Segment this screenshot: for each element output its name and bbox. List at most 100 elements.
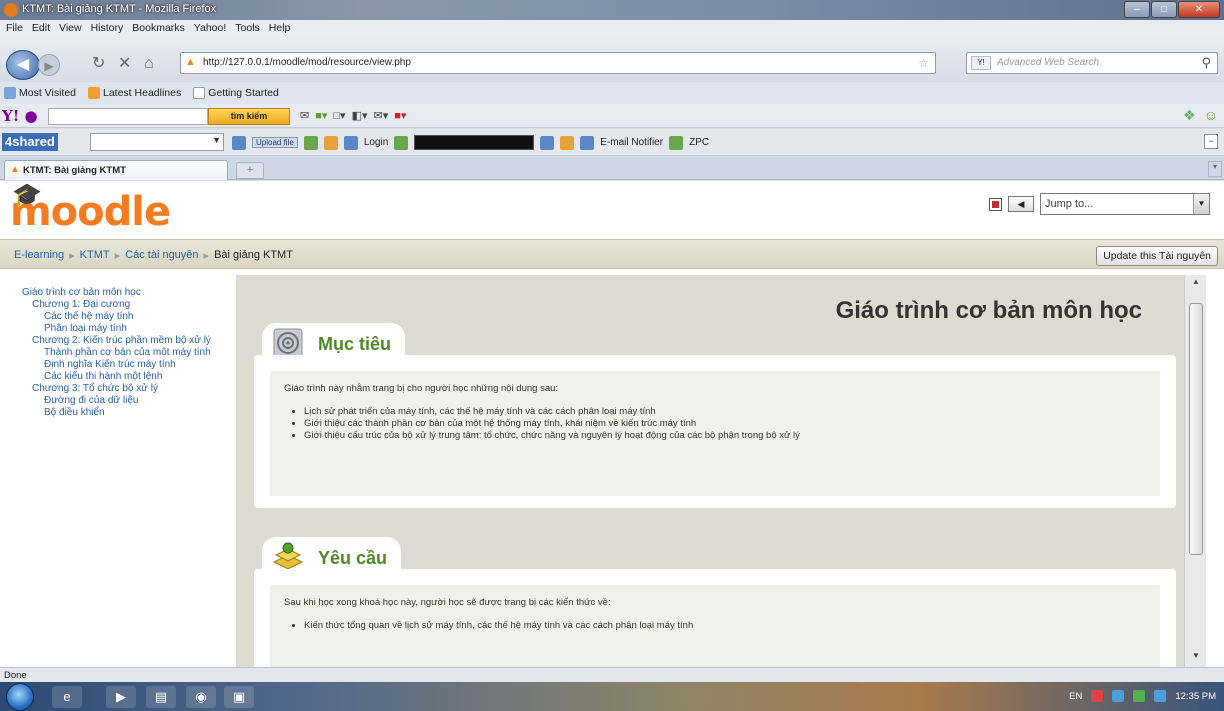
toc-item[interactable]: Bộ điều khiển [20, 407, 236, 419]
network-icon[interactable] [1133, 690, 1146, 702]
back-button[interactable]: ◀ [6, 50, 40, 80]
forward-button[interactable]: ▶ [38, 54, 60, 76]
folder-icon[interactable] [232, 135, 246, 150]
alert-icon[interactable]: ■▾ [394, 109, 406, 122]
smiley-icon[interactable]: ☺ [1204, 107, 1218, 124]
media-icon[interactable] [394, 135, 409, 150]
list-item: Kiến thức tổng quan về lịch sử máy tính,… [304, 620, 1146, 632]
media-icon[interactable]: ▶ [106, 686, 136, 708]
zpc-link[interactable]: ZPC [689, 137, 709, 148]
antivirus-icon[interactable] [1091, 690, 1104, 702]
chevron-down-icon[interactable]: ▼ [1193, 194, 1209, 214]
yahoo-search-button[interactable]: tìm kiếm [208, 108, 290, 125]
previous-activity-button[interactable]: ◀ [1008, 196, 1034, 212]
section-box-requirements: Sau khi học xong khoá học này, người học… [254, 569, 1176, 667]
menu-help[interactable]: Help [269, 20, 291, 36]
list-item: Giới thiệu các thành phần cơ bản của một… [304, 418, 1146, 430]
media-player-bar[interactable] [414, 135, 535, 150]
yahoo-logo[interactable]: Y! ● [2, 107, 38, 125]
bookmark-icon[interactable]: ✉▾ [373, 109, 388, 122]
toc-item[interactable]: Chương 3: Tổ chức bộ xử lý [20, 383, 236, 395]
scroll-thumb[interactable] [1189, 303, 1203, 555]
toc-item[interactable]: Các thế hệ máy tính [20, 311, 236, 323]
bookmark-latest-headlines[interactable]: Latest Headlines [88, 87, 181, 99]
page-icon[interactable]: ◧▾ [352, 109, 368, 122]
volume-icon[interactable] [1154, 690, 1167, 702]
flag-icon[interactable] [1112, 690, 1125, 702]
clock[interactable]: 12:35 PM [1175, 691, 1216, 702]
toolbar-overflow-button[interactable]: − [1204, 134, 1218, 149]
menu-yahoo[interactable]: Yahoo! [194, 20, 227, 36]
tab-ktmt[interactable]: ▲ KTMT: Bài giảng KTMT [4, 160, 228, 180]
menu-file[interactable]: File [6, 20, 23, 36]
section-intro: Sau khi học xong khoá học này, người học… [284, 597, 611, 608]
chevron-down-icon[interactable]: ▼ [212, 135, 221, 145]
yahoo-search-input[interactable] [48, 108, 208, 125]
url-bar[interactable]: ▲ http://127.0.0.1/moodle/mod/resource/v… [180, 52, 936, 74]
toc-item[interactable]: Phân loại máy tính [20, 323, 236, 335]
bookmark-star-icon[interactable]: ☆ [918, 56, 929, 70]
search-bar[interactable]: Y! Advanced Web Search ⚲ [966, 52, 1218, 74]
window-icon[interactable]: ▣ [224, 686, 254, 708]
course-icon[interactable] [989, 197, 1002, 211]
close-button[interactable]: ✕ [1178, 1, 1220, 18]
toc-item[interactable]: Chương 1: Đại cương [20, 299, 236, 311]
window-icon[interactable]: □▾ [333, 109, 345, 122]
update-resource-button[interactable]: Update this Tài nguyên [1096, 246, 1218, 266]
messenger-icon[interactable]: ■▾ [315, 109, 327, 122]
system-tray: EN 12:35 PM [1069, 690, 1216, 702]
email-notifier-link[interactable]: E-mail Notifier [600, 137, 663, 148]
toc-item[interactable]: Định nghĩa Kiến trúc máy tính [20, 359, 236, 371]
4shared-logo[interactable]: 4shared [2, 133, 58, 151]
breadcrumb-elearning[interactable]: E-learning [14, 249, 64, 262]
mail-icon[interactable]: ✉ [300, 109, 309, 122]
frame-scrollbar[interactable]: ▲ ▼ [1184, 275, 1206, 667]
upload-file-button[interactable]: Upload file [252, 137, 298, 148]
tools-icon[interactable] [323, 135, 338, 150]
menu-tools[interactable]: Tools [235, 20, 260, 36]
email-icon[interactable] [580, 135, 595, 150]
toolbar-search-combo[interactable]: ▼ [90, 133, 224, 151]
minimize-button[interactable]: – [1124, 1, 1150, 18]
toc-item[interactable]: Đường đi của dữ liệu [20, 395, 236, 407]
language-indicator[interactable]: EN [1069, 691, 1082, 702]
menu-edit[interactable]: Edit [32, 20, 50, 36]
maximize-button[interactable]: □ [1151, 1, 1177, 18]
yahoo-right-icons: ❖ ☺ [1183, 107, 1218, 124]
firefox-icon[interactable]: ◉ [186, 686, 216, 708]
toc-item[interactable]: Các kiểu thi hành một lệnh [20, 371, 236, 383]
search-engine-icon[interactable]: Y! [971, 56, 991, 70]
note-icon[interactable] [560, 135, 575, 150]
scroll-down-icon[interactable]: ▼ [1189, 651, 1203, 665]
addon-icon[interactable]: ❖ [1183, 107, 1196, 124]
menu-view[interactable]: View [59, 20, 82, 36]
tab-list-button[interactable]: ▾ [1208, 161, 1222, 177]
menu-bookmarks[interactable]: Bookmarks [132, 20, 185, 36]
section-box-objectives: Giáo trình này nhằm trang bị cho người h… [254, 355, 1176, 508]
picture-icon[interactable] [303, 135, 318, 150]
stop-icon[interactable]: ✕ [118, 54, 131, 74]
toc-item[interactable]: Thành phần cơ bản của một máy tính [20, 347, 236, 359]
breadcrumb-ktmt[interactable]: KTMT [80, 249, 110, 262]
scroll-up-icon[interactable]: ▲ [1189, 277, 1203, 291]
reload-icon[interactable]: ↻ [92, 54, 105, 74]
search-icon[interactable]: ⚲ [1201, 55, 1211, 71]
home-icon[interactable]: ⌂ [144, 54, 154, 74]
login-link[interactable]: Login [364, 137, 388, 148]
bookmark-most-visited[interactable]: Most Visited [4, 87, 76, 99]
menu-history[interactable]: History [91, 20, 124, 36]
start-button[interactable] [6, 683, 34, 711]
breadcrumb-resources[interactable]: Các tài nguyên [125, 249, 198, 262]
login-icon[interactable] [343, 135, 358, 150]
jump-to-select[interactable]: Jump to... ▼ [1040, 193, 1210, 215]
ie-icon[interactable]: e [52, 686, 82, 708]
url-text: http://127.0.0.1/moodle/mod/resource/vie… [203, 57, 411, 68]
toc-item[interactable]: Chương 2: Kiến trúc phần mềm bộ xử lý [20, 335, 236, 347]
settings-icon[interactable] [540, 135, 555, 150]
moodle-logo[interactable]: 🎓 moodle [10, 181, 171, 235]
explorer-icon[interactable]: ▤ [146, 686, 176, 708]
new-tab-button[interactable]: + [236, 162, 264, 179]
zpc-icon[interactable] [669, 135, 684, 150]
bookmark-getting-started[interactable]: Getting Started [193, 87, 279, 99]
toc-item[interactable]: Giáo trình cơ bản môn học [20, 287, 236, 299]
